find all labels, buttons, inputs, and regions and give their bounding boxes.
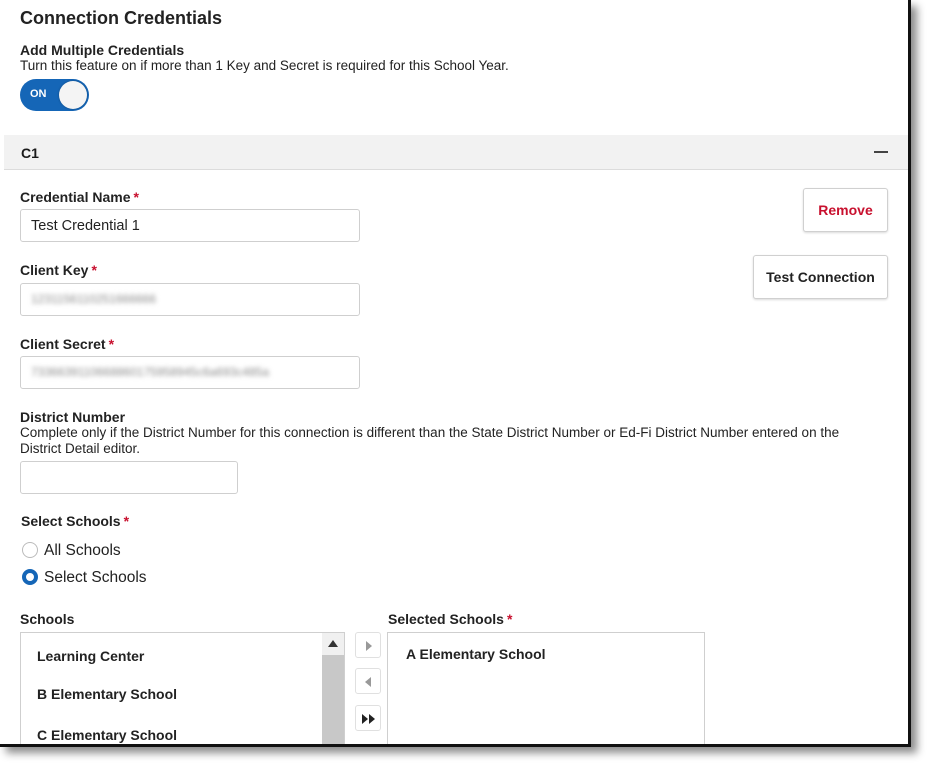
collapse-icon[interactable] [874,142,890,160]
test-connection-button[interactable]: Test Connection [753,255,888,299]
client-key-value: 1231156110251666666 [31,292,157,306]
multiple-credentials-label: Add Multiple Credentials [20,42,185,58]
district-number-label: District Number [20,409,126,425]
section-title: C1 [21,145,39,161]
select-schools-label-text: Select Schools [21,513,121,529]
client-secret-input[interactable]: 7336639110668860175958945c6a693c485a [20,356,360,389]
select-schools-radio[interactable] [22,569,38,585]
list-item[interactable]: C Elementary School [37,727,177,743]
chevron-right-icon [366,641,372,651]
selected-schools-list[interactable]: A Elementary School [387,632,705,744]
multiple-credentials-toggle[interactable]: ON [20,79,89,111]
all-schools-radio[interactable] [22,542,38,558]
schools-list[interactable]: Learning Center B Elementary School C El… [20,632,345,744]
all-schools-label[interactable]: All Schools [44,542,121,560]
required-marker: * [133,189,139,205]
list-item[interactable]: B Elementary School [37,686,177,702]
select-schools-label: Select Schools * [21,513,129,529]
select-schools-option-label[interactable]: Select Schools [44,569,147,587]
credential-name-input[interactable] [20,209,360,242]
client-key-input[interactable]: 1231156110251666666 [20,283,360,316]
chevron-left-icon [365,677,371,687]
district-number-description: Complete only if the District Number for… [20,425,840,456]
district-number-input[interactable] [20,461,238,494]
client-key-label: Client Key * [20,262,97,278]
client-secret-value: 7336639110668860175958945c6a693c485a [31,365,270,379]
selected-schools-label: Selected Schools * [388,611,512,627]
list-item[interactable]: Learning Center [37,648,144,664]
schools-list-label: Schools [20,611,75,627]
toggle-state-label: ON [30,88,47,100]
scroll-up-arrow-icon[interactable] [322,633,344,655]
move-left-button[interactable] [355,668,381,694]
list-item[interactable]: A Elementary School [406,646,546,662]
required-marker: * [123,513,130,529]
required-marker: * [91,262,97,278]
client-key-label-text: Client Key [20,262,89,278]
move-all-right-button[interactable] [355,705,381,731]
multiple-credentials-description: Turn this feature on if more than 1 Key … [20,58,509,73]
credential-section-header[interactable]: C1 [4,135,908,170]
move-right-button[interactable] [355,632,381,658]
remove-button[interactable]: Remove [803,188,888,232]
credential-name-label-text: Credential Name [20,189,131,205]
double-chevron-right-icon [362,714,368,724]
required-marker: * [506,611,513,627]
credentials-panel: Connection Credentials Add Multiple Cred… [0,0,911,747]
required-marker: * [108,336,115,352]
credential-name-label: Credential Name * [20,189,139,205]
selected-schools-label-text: Selected Schools [388,611,504,627]
page-title: Connection Credentials [20,8,223,28]
toggle-knob [59,81,87,109]
client-secret-label: Client Secret * [20,336,114,352]
client-secret-label-text: Client Secret [20,336,106,352]
